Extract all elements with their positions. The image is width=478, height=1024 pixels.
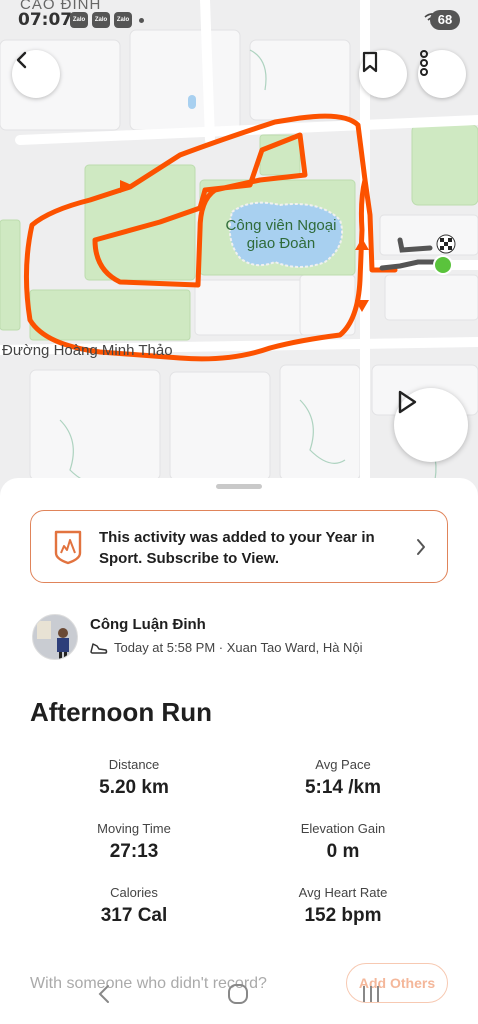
nav-recents-icon[interactable] [360,982,382,1006]
play-icon [398,390,417,414]
chevron-left-icon [16,51,27,69]
back-button[interactable] [12,50,60,98]
year-in-sport-badge-icon [54,530,82,565]
chevron-right-icon [417,539,425,555]
year-in-sport-banner[interactable]: This activity was added to your Year in … [30,510,448,583]
route-map[interactable]: Công viên Ngoại giao Đoàn Đường Hoàng Mi… [0,0,478,500]
banner-text: This activity was added to your Year in … [99,529,375,567]
stat-value: 152 bpm [304,905,382,926]
system-nav-bar [0,970,478,1024]
stat-value: 27:13 [109,841,159,862]
stat-elevation-gain: Elevation Gain 0 m [263,821,423,863]
road-label: Đường Hoàng Minh Thảo [2,342,173,359]
stat-value: 317 Cal [100,905,168,926]
stat-label: Avg Pace [315,757,371,772]
battery-icon: 68 [430,10,460,30]
zalo-notification-icon: Zalo [92,12,110,28]
play-flyover-button[interactable] [394,388,468,462]
park-label-line2: giao Đoàn [247,235,315,252]
zalo-notification-icon: Zalo [114,12,132,28]
activity-meta: Today at 5:58 PM · Xuan Tao Ward, Hà Nội [90,640,363,655]
activity-details-sheet: This activity was added to your Year in … [0,478,478,1024]
stat-label: Distance [108,757,160,772]
start-marker-icon [433,255,453,275]
bookmark-button[interactable] [359,50,407,98]
activity-meta-text: Today at 5:58 PM · Xuan Tao Ward, Hà Nội [114,640,363,655]
stat-moving-time: Moving Time 27:13 [54,821,214,863]
nav-back-icon[interactable] [94,982,114,1006]
nav-home-icon[interactable] [226,982,250,1006]
stat-avg-pace: Avg Pace 5:14 /km [263,757,423,799]
stat-label: Elevation Gain [300,821,386,836]
stat-distance: Distance 5.20 km [54,757,214,799]
park-label-line1: Công viên Ngoại [226,217,337,234]
stat-label: Moving Time [97,821,171,836]
bookmark-icon [362,51,378,73]
more-options-button[interactable] [418,50,466,98]
stat-label: Calories [110,885,158,900]
drag-handle[interactable] [216,484,262,489]
running-shoe-icon [90,642,108,654]
more-vertical-icon [420,50,428,76]
avatar[interactable] [32,614,78,660]
status-time: 07:07 [18,10,73,30]
stat-label: Avg Heart Rate [298,885,388,900]
stat-value: 0 m [326,841,360,862]
stat-calories: Calories 317 Cal [54,885,214,927]
stat-value: 5.20 km [99,777,169,798]
activity-title: Afternoon Run [30,697,212,727]
status-bar: CAO ĐỈNH 07:07 Zalo Zalo Zalo 68 [0,0,478,40]
more-notifications-dot [139,18,144,23]
stat-avg-heart-rate: Avg Heart Rate 152 bpm [263,885,423,927]
stat-value: 5:14 /km [304,777,382,798]
zalo-notification-icon: Zalo [70,12,88,28]
athlete-name[interactable]: Công Luận Đinh [90,616,206,633]
finish-flag-icon [436,234,456,254]
